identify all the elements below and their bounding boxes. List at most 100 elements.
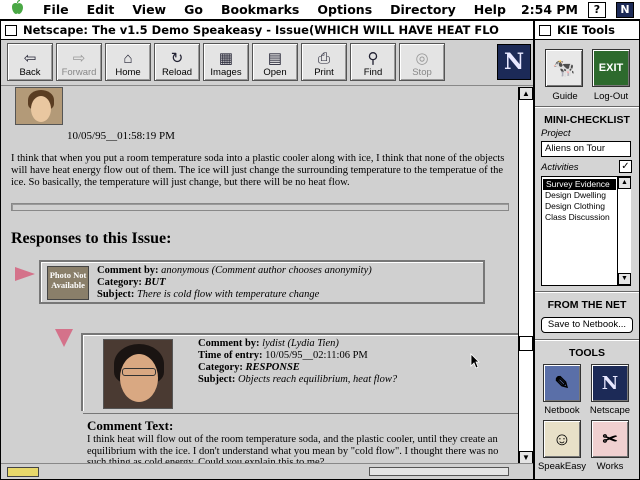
application-menu-icon[interactable]: N bbox=[616, 1, 634, 18]
stop-label: Stop bbox=[412, 67, 432, 78]
vertical-scrollbar[interactable]: ▲ ▼ bbox=[518, 87, 533, 464]
comment-text-body: I think heat will flow out of the room t… bbox=[87, 434, 499, 464]
activity-item[interactable]: Survey Evidence bbox=[543, 179, 616, 190]
kie-tools-panel: KIE Tools 🐄 Guide EXIT Log-Out MINI-CHEC… bbox=[534, 20, 640, 480]
expand-triangle-icon[interactable] bbox=[15, 267, 35, 281]
category-label: Category: bbox=[97, 277, 142, 288]
save-to-netbook-button[interactable]: Save to Netbook... bbox=[541, 317, 633, 333]
reload-label: Reload bbox=[161, 67, 193, 78]
responses-heading: Responses to this Issue: bbox=[11, 230, 172, 247]
from-the-net-heading: FROM THE NET bbox=[547, 299, 627, 311]
find-icon: ⚲ bbox=[367, 50, 379, 67]
printer-icon: ⎙ bbox=[317, 50, 330, 67]
menu-edit[interactable]: Edit bbox=[78, 2, 124, 17]
menu-options[interactable]: Options bbox=[308, 2, 381, 17]
author-photo bbox=[15, 87, 63, 125]
menu-file[interactable]: File bbox=[34, 2, 78, 17]
project-label: Project bbox=[541, 128, 571, 139]
no-photo-placeholder: Photo Not Available bbox=[47, 266, 89, 300]
home-label: Home bbox=[115, 67, 141, 78]
scroll-up-arrow-icon[interactable]: ▲ bbox=[519, 87, 533, 100]
kie-close-box-icon[interactable] bbox=[539, 24, 551, 36]
netscape-logo-icon[interactable]: N bbox=[497, 44, 531, 80]
menu-bar: File Edit View Go Bookmarks Options Dire… bbox=[0, 0, 640, 20]
home-button[interactable]: ⌂ Home bbox=[105, 43, 151, 81]
comment-by-label: Comment by: bbox=[198, 338, 260, 349]
stop-button[interactable]: ◎ Stop bbox=[399, 43, 445, 81]
reload-button[interactable]: ↻ Reload bbox=[154, 43, 200, 81]
menu-directory[interactable]: Directory bbox=[381, 2, 465, 17]
apple-menu-icon[interactable] bbox=[0, 0, 34, 19]
comment-text-section: Comment Text: I think heat will flow out… bbox=[83, 413, 518, 464]
author-photo-lydia bbox=[103, 339, 173, 409]
exit-icon[interactable]: EXIT bbox=[592, 49, 630, 87]
guide-label[interactable]: Guide bbox=[539, 91, 591, 102]
divider bbox=[535, 106, 639, 108]
clock: 2:54 PM bbox=[520, 2, 578, 17]
activities-scrollbar[interactable]: ▲ ▼ bbox=[617, 177, 631, 285]
print-button[interactable]: ⎙ Print bbox=[301, 43, 347, 81]
menu-go[interactable]: Go bbox=[175, 2, 212, 17]
forward-label: Forward bbox=[61, 67, 97, 78]
tools-heading: TOOLS bbox=[569, 347, 605, 359]
works-icon[interactable]: ✂ bbox=[591, 420, 629, 458]
logout-label[interactable]: Log-Out bbox=[585, 91, 637, 102]
divider bbox=[535, 339, 639, 341]
print-label: Print bbox=[314, 67, 334, 78]
vertical-scroll-thumb[interactable] bbox=[519, 336, 533, 351]
help-menu-icon[interactable]: ? bbox=[588, 1, 606, 18]
toolbar: ⇦ Back ⇨ Forward ⌂ Home ↻ Reload ▦ Images ▤ Op… bbox=[1, 40, 533, 86]
speakeasy-icon[interactable]: ☺ bbox=[543, 420, 581, 458]
response-card-1: Photo Not Available Comment by: anonymou… bbox=[39, 260, 485, 304]
window-title: Netscape: The v1.5 Demo Speakeasy - Issu… bbox=[23, 23, 499, 37]
subject-value: Objects reach equilibrium, heat flow? bbox=[237, 374, 398, 385]
response-card-2: Comment by: lydist (Lydia Tien) Time of … bbox=[81, 333, 518, 411]
activities-down-arrow-icon[interactable]: ▼ bbox=[618, 273, 631, 285]
works-label[interactable]: Works bbox=[584, 461, 636, 472]
back-button[interactable]: ⇦ Back bbox=[7, 43, 53, 81]
close-box-icon[interactable] bbox=[5, 24, 17, 36]
netbook-icon[interactable]: ✎ bbox=[543, 364, 581, 402]
forward-arrow-icon: ⇨ bbox=[72, 50, 86, 67]
activities-checkbox[interactable]: ✓ bbox=[619, 160, 632, 173]
category-label: Category: bbox=[198, 362, 243, 373]
post-text: I think that when you put a room tempera… bbox=[11, 153, 505, 188]
kie-title: KIE Tools bbox=[557, 23, 615, 37]
activities-up-arrow-icon[interactable]: ▲ bbox=[618, 177, 631, 189]
netbook-label[interactable]: Netbook bbox=[536, 405, 588, 416]
guide-cow-icon[interactable]: 🐄 bbox=[545, 49, 583, 87]
open-button[interactable]: ▤ Open bbox=[252, 43, 298, 81]
images-icon: ▦ bbox=[218, 50, 234, 67]
netscape-title-bar[interactable]: Netscape: The v1.5 Demo Speakeasy - Issu… bbox=[1, 21, 533, 40]
collapse-triangle-icon[interactable] bbox=[55, 329, 73, 347]
status-bar bbox=[1, 463, 533, 479]
comment-text-label: Comment Text: bbox=[87, 418, 174, 433]
back-arrow-icon: ⇦ bbox=[23, 50, 37, 67]
post-date: 10/05/95__01:58:19 PM bbox=[67, 130, 175, 142]
category-value: RESPONSE bbox=[245, 362, 300, 373]
category-value: BUT bbox=[144, 277, 166, 288]
comment-by-label: Comment by: bbox=[97, 265, 159, 276]
netscape-tool-icon[interactable]: N bbox=[591, 364, 629, 402]
find-button[interactable]: ⚲ Find bbox=[350, 43, 396, 81]
kie-title-bar[interactable]: KIE Tools bbox=[535, 21, 639, 40]
home-icon: ⌂ bbox=[123, 50, 133, 67]
menu-view[interactable]: View bbox=[123, 2, 175, 17]
menu-help[interactable]: Help bbox=[465, 2, 515, 17]
activities-list[interactable]: Survey Evidence Design Dwelling Design C… bbox=[541, 176, 631, 286]
subject-value: There is cold flow with temperature chan… bbox=[136, 289, 320, 300]
forward-button[interactable]: ⇨ Forward bbox=[56, 43, 102, 81]
menu-bookmarks[interactable]: Bookmarks bbox=[212, 2, 308, 17]
project-field[interactable]: Aliens on Tour bbox=[541, 141, 631, 157]
open-label: Open bbox=[263, 67, 287, 78]
images-label: Images bbox=[210, 67, 242, 78]
page-content: 10/05/95__01:58:19 PM I think that when … bbox=[1, 87, 518, 464]
time-of-entry-value: 10/05/95__02:11:06 PM bbox=[265, 350, 368, 361]
comment-by-value: anonymous (Comment author chooses anonym… bbox=[161, 265, 372, 276]
reload-icon: ↻ bbox=[170, 50, 184, 67]
time-of-entry-label: Time of entry: bbox=[198, 350, 263, 361]
netscape-tool-label[interactable]: Netscape bbox=[584, 405, 636, 416]
open-icon: ▤ bbox=[267, 50, 283, 67]
speakeasy-label[interactable]: SpeakEasy bbox=[536, 461, 588, 472]
images-button[interactable]: ▦ Images bbox=[203, 43, 249, 81]
